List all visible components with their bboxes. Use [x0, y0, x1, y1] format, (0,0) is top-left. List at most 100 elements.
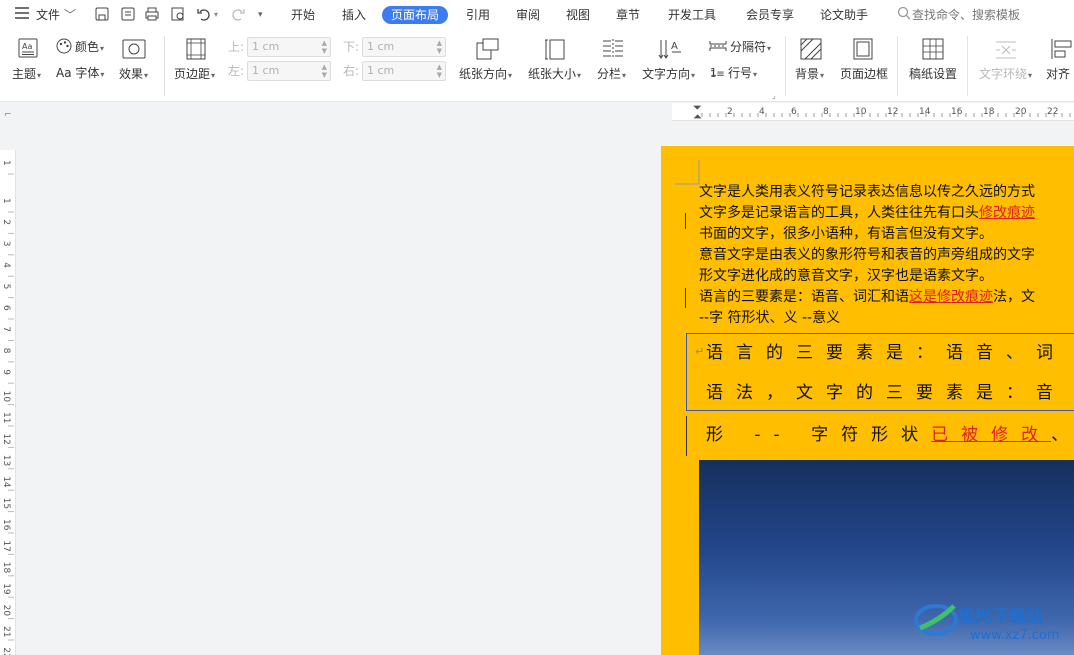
- menu-icon[interactable]: [14, 6, 30, 24]
- document-line: --字 符形状、义 --意义: [699, 308, 840, 328]
- divider: [785, 36, 786, 96]
- palette-icon[interactable]: [56, 38, 72, 57]
- redo-icon[interactable]: [230, 6, 246, 24]
- bottom-margin-input[interactable]: 1 cm ▲ ▼: [362, 37, 446, 57]
- margins-icon[interactable]: [186, 38, 206, 63]
- paper-size-button[interactable]: 纸张大小▾: [528, 66, 581, 84]
- ruler-label: 19: [1, 583, 11, 595]
- line-text: --字 符形状、义 --意义: [699, 310, 841, 326]
- tab-insert[interactable]: 插入: [342, 6, 366, 24]
- separator-icon[interactable]: [709, 39, 727, 56]
- paper-size-icon[interactable]: [544, 37, 566, 64]
- svg-text:Aa: Aa: [22, 42, 32, 51]
- draft-paper-icon[interactable]: [922, 38, 944, 63]
- tab-chapter[interactable]: 章节: [616, 6, 640, 24]
- page-border-icon[interactable]: [853, 38, 873, 63]
- orientation-button[interactable]: 纸张方向▾: [459, 66, 512, 84]
- ruler-label: 11: [1, 412, 11, 423]
- dialog-launcher-icon[interactable]: ⌟: [772, 88, 776, 104]
- columns-icon[interactable]: [601, 38, 625, 63]
- chevron-down-icon[interactable]: ﹀: [64, 6, 76, 24]
- ruler-label: 15: [1, 498, 11, 509]
- columns-button[interactable]: 分栏▾: [597, 66, 626, 84]
- ruler-label: 18: [1, 562, 11, 574]
- export-pdf-icon[interactable]: [120, 6, 136, 24]
- tab-developer[interactable]: 开发工具: [668, 6, 716, 24]
- line-text: 文字是人类用表义符号记录表达信息以传之久远的方式: [699, 184, 1035, 200]
- theme-button[interactable]: 主题▾: [12, 66, 41, 84]
- color-button[interactable]: 颜色▾: [75, 39, 104, 57]
- line-text: 语法，文字的三要素是：音: [706, 383, 1066, 403]
- font-button[interactable]: Aa 字体▾: [56, 65, 104, 83]
- background-icon[interactable]: [800, 38, 822, 63]
- spaced-line: 语法，文字的三要素是：音: [706, 378, 1066, 403]
- text-wrap-icon[interactable]: [995, 40, 1017, 63]
- watermark-icon: [914, 604, 958, 636]
- line-number-button[interactable]: 1≡ 行号▾: [710, 65, 757, 83]
- background-button[interactable]: 背景▾: [795, 66, 824, 84]
- tab-member[interactable]: 会员专享: [746, 6, 794, 24]
- ruler-label: 10: [1, 391, 11, 403]
- revision-bar: [686, 416, 687, 456]
- orientation-icon[interactable]: [474, 37, 500, 64]
- file-menu[interactable]: 文件: [36, 6, 60, 24]
- ruler-corner-icon[interactable]: ⌐: [4, 110, 12, 120]
- undo-dropdown-icon[interactable]: ▾: [214, 6, 218, 24]
- ruler-label: 1: [1, 198, 11, 204]
- left-margin-label: 左:: [228, 64, 245, 78]
- save-icon[interactable]: [94, 6, 110, 24]
- ruler-label: 5: [1, 284, 11, 290]
- watermark-title: 极光下载站: [958, 607, 1043, 627]
- effects-button[interactable]: 效果▾: [119, 66, 148, 84]
- revision-mark: 这是修改痕迹: [909, 289, 993, 305]
- tab-references[interactable]: 引用: [466, 6, 490, 24]
- undo-icon[interactable]: [196, 6, 212, 24]
- tab-home[interactable]: 开始: [291, 6, 315, 24]
- ruler-label: 17: [1, 540, 11, 551]
- top-margin-input[interactable]: 1 cm ▲ ▼: [247, 37, 331, 57]
- command-search[interactable]: 查找命令、搜索模板: [912, 6, 1020, 24]
- ruler-label: 20: [1015, 107, 1027, 117]
- document-line: 意音文字是由表义的象形符号和表音的声旁组成的文字: [699, 245, 1035, 265]
- draft-paper-button[interactable]: 稿纸设置: [909, 66, 957, 82]
- line-text: 语言的三要素是：语音、词汇和语: [699, 289, 909, 305]
- ruler-label: 12: [887, 107, 898, 117]
- tab-view[interactable]: 视图: [566, 6, 590, 24]
- ruler-label: 14: [1, 476, 11, 488]
- text-direction-button[interactable]: 文字方向▾: [642, 66, 695, 84]
- tab-page-layout[interactable]: 页面布局: [382, 6, 449, 24]
- document-page[interactable]: 文字是人类用表义符号记录表达信息以传之久远的方式文字多是记录语言的工具，人类往往…: [661, 146, 1074, 655]
- separator-button[interactable]: 分隔符▾: [730, 39, 771, 57]
- document-line: 文字多是记录语言的工具，人类往往先有口头修改痕迹: [699, 203, 1035, 223]
- text-direction-icon[interactable]: A: [657, 37, 683, 64]
- vertical-ruler[interactable]: 1 1 2 3 4 5 6 7 8 9 10 11 12 13 14 15 16 17 18 19 20 21 22: [0, 150, 16, 655]
- ruler-label: 6: [791, 107, 797, 117]
- horizontal-ruler[interactable]: 2 4 6 8 10 12 14 16 18 20 22 ⏷ ⏶: [672, 102, 1074, 122]
- ruler-label: 16: [951, 107, 963, 117]
- align-icon[interactable]: [1050, 38, 1074, 63]
- print-preview-icon[interactable]: [170, 6, 186, 24]
- document-line: 语言的三要素是：语音、词汇和语这是修改痕迹法，文: [699, 287, 1035, 307]
- ruler-label: 13: [1, 455, 11, 466]
- ruler-label: 9: [1, 369, 11, 375]
- ruler-label: 1: [1, 160, 11, 166]
- line-text: 形文字进化成的意音文字，汉字也是语素文字。: [699, 268, 993, 284]
- tab-paper-assistant[interactable]: 论文助手: [820, 6, 868, 24]
- text-wrap-button[interactable]: 文字环绕▾: [979, 66, 1032, 84]
- line-text: 形 -- 字符形状: [706, 425, 932, 445]
- margins-button[interactable]: 页边距▾: [174, 66, 215, 84]
- print-icon[interactable]: [144, 6, 160, 24]
- ruler-label: 7: [1, 326, 11, 332]
- right-margin-input[interactable]: 1 cm ▲ ▼: [362, 61, 446, 81]
- tab-review[interactable]: 审阅: [516, 6, 540, 24]
- indent-marker-icon[interactable]: ⏷ ⏶: [693, 102, 702, 122]
- line-text: 、义 -: [1051, 425, 1074, 445]
- customize-toolbar-icon[interactable]: ▾: [258, 6, 263, 24]
- effects-icon[interactable]: [122, 38, 146, 63]
- ruler-label: 16: [1, 519, 11, 531]
- align-button[interactable]: 对齐: [1046, 66, 1070, 82]
- theme-icon[interactable]: Aa: [18, 38, 38, 61]
- page-border-button[interactable]: 页面边框: [840, 66, 888, 82]
- search-icon[interactable]: [897, 6, 911, 24]
- left-margin-input[interactable]: 1 cm ▲ ▼: [247, 61, 331, 81]
